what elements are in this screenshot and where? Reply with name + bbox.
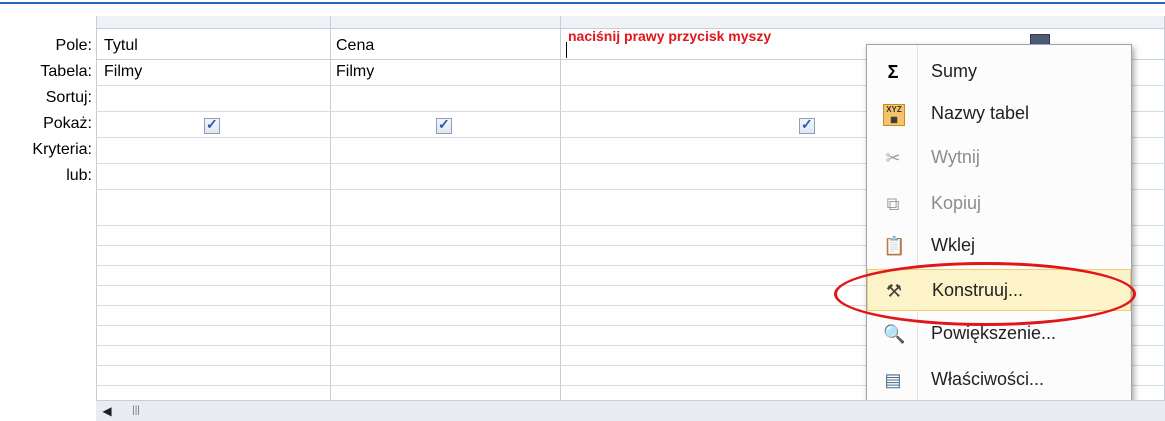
row-label-or: lub:: [66, 167, 92, 184]
copy-icon: ⧉: [886, 194, 900, 214]
menu-item-paste[interactable]: 📋 Wklej: [867, 225, 1131, 267]
field-cell-2[interactable]: Cena: [336, 37, 374, 55]
column-selector-2[interactable]: [331, 16, 560, 29]
menu-item-sums[interactable]: Σ Sumy: [867, 51, 1131, 93]
menu-item-properties[interactable]: ▤ Właściwości...: [867, 359, 1131, 401]
text-cursor: [566, 42, 567, 58]
show-checkbox-1[interactable]: [204, 116, 220, 134]
annotation-note: naciśnij prawy przycisk myszy: [568, 28, 772, 44]
field-cell-1[interactable]: Tytul: [104, 37, 138, 55]
scissors-icon: ✂: [885, 148, 901, 168]
row-label-table: Tabela:: [40, 63, 92, 80]
sigma-icon: Σ: [887, 62, 899, 82]
context-menu: Σ Sumy XYZ ▦ Nazwy tabel ✂ Wytnij ⧉ Kopiu…: [866, 44, 1132, 406]
title-underline: [0, 2, 1165, 10]
menu-item-cut[interactable]: ✂ Wytnij: [867, 137, 1131, 179]
properties-icon: ▤: [884, 370, 902, 390]
scroll-left-arrow-icon[interactable]: ◀: [96, 402, 118, 420]
menu-item-copy[interactable]: ⧉ Kopiuj: [867, 183, 1131, 225]
table-cell-1[interactable]: Filmy: [104, 63, 142, 81]
zoom-icon: 🔍: [883, 324, 906, 344]
show-checkbox-2[interactable]: [436, 116, 452, 134]
column-selector-1[interactable]: [96, 16, 330, 29]
table-names-icon: XYZ ▦: [883, 104, 905, 126]
row-label-sort: Sortuj:: [45, 89, 92, 106]
row-label-field: Pole:: [55, 37, 92, 54]
row-label-show: Pokaż:: [43, 115, 92, 132]
show-checkbox-3[interactable]: [799, 116, 815, 134]
horizontal-scrollbar[interactable]: ◀ |||: [96, 400, 1165, 421]
menu-item-table-names[interactable]: XYZ ▦ Nazwy tabel: [867, 93, 1131, 135]
highlight-ellipse: [834, 262, 1136, 326]
row-label-criteria: Kryteria:: [32, 141, 92, 158]
scroll-thumb-grip-icon[interactable]: |||: [124, 402, 148, 420]
table-cell-2[interactable]: Filmy: [336, 63, 374, 81]
paste-icon: 📋: [883, 236, 906, 256]
cropped-title-strip: [0, 0, 1165, 10]
